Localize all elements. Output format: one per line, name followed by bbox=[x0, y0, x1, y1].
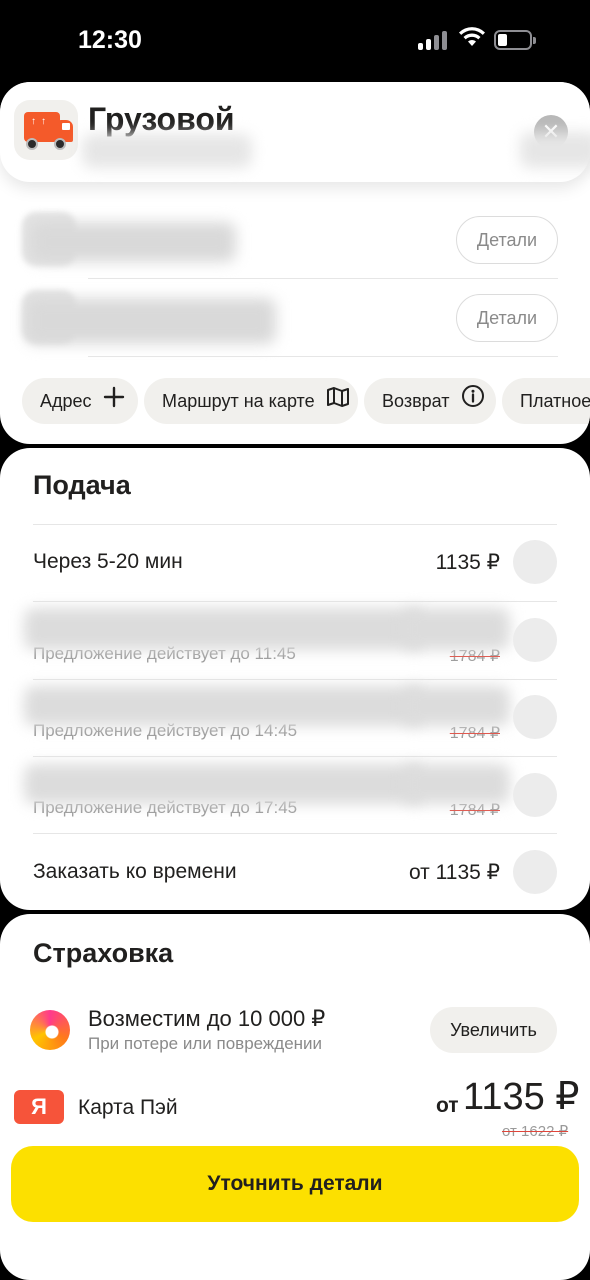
offer-title-hidden bbox=[24, 686, 424, 726]
tariff-title: Грузовой bbox=[88, 101, 235, 137]
insurance-item-subtitle: При потере или повреждении bbox=[88, 1034, 323, 1053]
insurance-logo-icon bbox=[30, 1010, 70, 1050]
offer-title-hidden bbox=[24, 608, 424, 650]
total-old-price: от 1622 ₽ bbox=[502, 1123, 569, 1140]
tariff-header: ↑ ↑ Грузовой ✕ bbox=[0, 82, 590, 182]
radio-button[interactable] bbox=[513, 540, 557, 584]
route-point-from[interactable]: Детали bbox=[0, 192, 590, 279]
specify-details-button[interactable]: Уточнить детали bbox=[11, 1146, 579, 1222]
offer-price-hidden bbox=[404, 608, 510, 650]
total-prefix: от bbox=[436, 1094, 459, 1117]
route-point-to[interactable]: Детали bbox=[0, 270, 590, 357]
divider bbox=[33, 833, 557, 834]
chip-paid[interactable]: Платное bbox=[502, 378, 590, 424]
chip-address[interactable]: Адрес bbox=[22, 378, 138, 424]
cellular-signal-icon bbox=[418, 30, 448, 50]
payment-method-label: Карта Пэй bbox=[78, 1096, 178, 1119]
battery-icon bbox=[494, 30, 536, 50]
radio-button[interactable] bbox=[513, 850, 557, 894]
route-address-hidden bbox=[26, 298, 276, 344]
route-divider bbox=[88, 356, 558, 357]
truck-icon: ↑ ↑ bbox=[14, 100, 78, 160]
offer-price-hidden bbox=[404, 764, 510, 804]
wifi-icon bbox=[458, 26, 486, 53]
divider bbox=[33, 756, 557, 757]
chip-route-on-map[interactable]: Маршрут на карте bbox=[144, 378, 358, 424]
plus-icon bbox=[103, 379, 125, 425]
route-address-hidden bbox=[30, 222, 236, 262]
offer-title-hidden bbox=[24, 764, 424, 804]
insurance-sheet: Страховка Возместим до 10 000 ₽ При поте… bbox=[0, 914, 590, 1280]
radio-button[interactable] bbox=[513, 695, 557, 739]
divider bbox=[33, 524, 557, 525]
status-time: 12:30 bbox=[78, 26, 142, 54]
yandex-pay-logo-icon: Я bbox=[14, 1090, 64, 1124]
radio-button[interactable] bbox=[513, 773, 557, 817]
chip-return[interactable]: Возврат bbox=[364, 378, 496, 424]
divider bbox=[33, 601, 557, 602]
route-sheet: Детали Детали Адрес Маршрут на карте Воз… bbox=[0, 82, 590, 444]
status-bar: 12:30 bbox=[0, 0, 590, 82]
header-side-hidden bbox=[520, 132, 590, 168]
offer-price-hidden bbox=[404, 686, 510, 726]
pickup-title: Подача bbox=[33, 470, 131, 500]
route-details-button[interactable]: Детали bbox=[456, 294, 558, 342]
info-icon bbox=[461, 379, 485, 425]
route-details-button[interactable]: Детали bbox=[456, 216, 558, 264]
increase-coverage-button[interactable]: Увеличить bbox=[430, 1007, 557, 1053]
header-subtitle-hidden bbox=[82, 134, 252, 168]
insurance-item-title: Возместим до 10 000 ₽ bbox=[88, 1006, 326, 1031]
radio-button[interactable] bbox=[513, 618, 557, 662]
divider bbox=[33, 679, 557, 680]
map-icon bbox=[326, 379, 350, 425]
insurance-title: Страховка bbox=[33, 938, 174, 968]
pickup-sheet: Подача Через 5-20 мин 1135 ₽ Предложение… bbox=[0, 448, 590, 910]
total-price: 1135 ₽ bbox=[463, 1076, 580, 1118]
